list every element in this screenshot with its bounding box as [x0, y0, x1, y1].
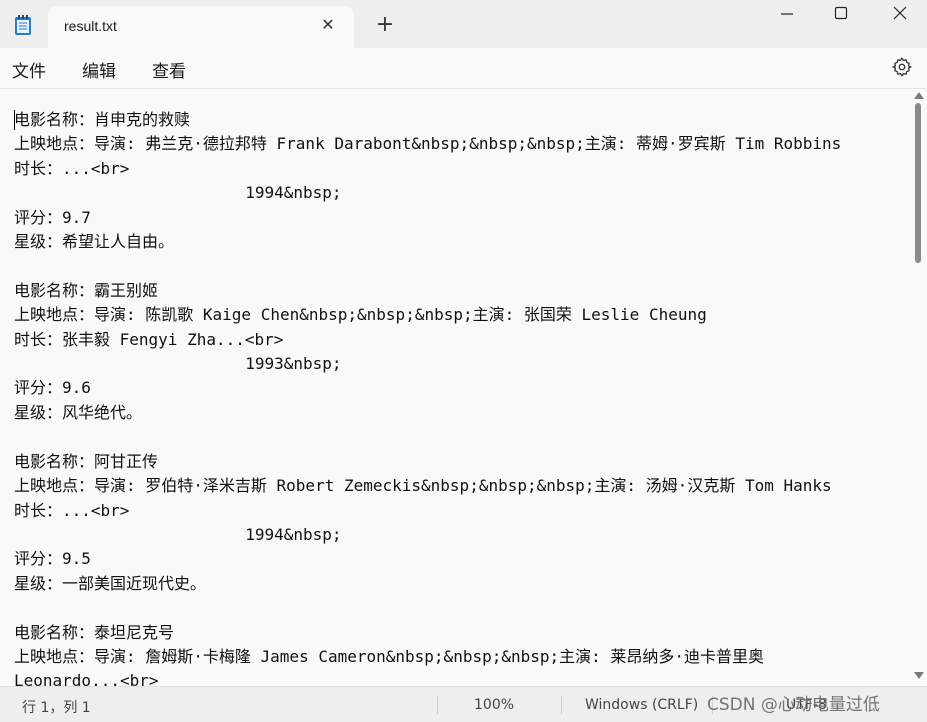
- line-ending[interactable]: Windows (CRLF): [585, 697, 698, 713]
- settings-gear-icon[interactable]: [891, 56, 913, 78]
- menu-bar: 文件 编辑 查看: [0, 48, 927, 88]
- text-editor[interactable]: 电影名称：肖申克的救赎 上映地点：导演: 弗兰克·德拉邦特 Frank Dara…: [0, 89, 910, 686]
- scroll-up-arrow-icon[interactable]: [914, 92, 924, 99]
- tab-result-txt[interactable]: result.txt ✕: [48, 6, 354, 48]
- title-bar: result.txt ✕ +: [0, 0, 927, 48]
- text-caret: [14, 110, 15, 130]
- notepad-app-icon: [15, 15, 31, 35]
- editor-content[interactable]: 电影名称：肖申克的救赎 上映地点：导演: 弗兰克·德拉邦特 Frank Dara…: [14, 108, 841, 686]
- maximize-icon: [834, 6, 848, 20]
- minimize-button[interactable]: [764, 2, 810, 26]
- scroll-thumb[interactable]: [915, 103, 921, 263]
- maximize-button[interactable]: [818, 2, 864, 26]
- status-divider: [437, 696, 438, 714]
- menu-edit[interactable]: 编辑: [82, 57, 116, 82]
- close-icon: [893, 6, 907, 20]
- zoom-level[interactable]: 100%: [474, 697, 514, 713]
- tab-title: result.txt: [64, 18, 117, 34]
- menu-view[interactable]: 查看: [152, 57, 186, 82]
- vertical-scrollbar[interactable]: [910, 89, 927, 686]
- tab-close-icon[interactable]: ✕: [318, 15, 338, 35]
- menu-file[interactable]: 文件: [12, 57, 46, 82]
- status-divider: [561, 696, 562, 714]
- new-tab-button[interactable]: +: [374, 14, 396, 36]
- scroll-down-arrow-icon[interactable]: [914, 672, 924, 679]
- csdn-watermark: CSDN @心动电量过低: [707, 695, 880, 715]
- close-window-button[interactable]: [877, 2, 923, 26]
- minimize-icon: [781, 13, 793, 15]
- cursor-position[interactable]: 行 1，列 1: [22, 697, 91, 717]
